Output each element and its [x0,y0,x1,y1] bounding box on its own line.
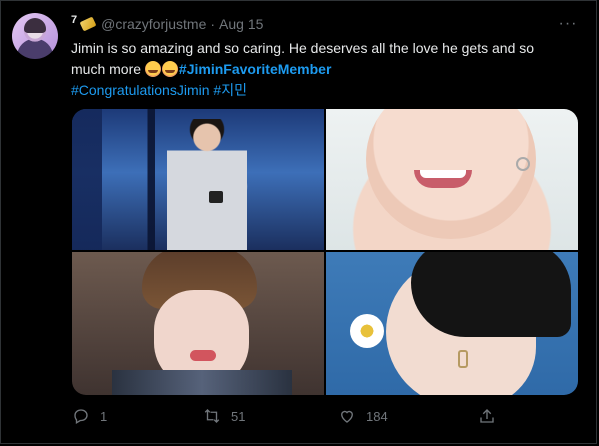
tweet-text-line1: Jimin is so amazing and so caring. He de… [71,40,535,56]
photo-person [167,119,247,250]
avatar[interactable] [12,13,58,59]
photo-earring [516,157,530,171]
tweet-text: Jimin is so amazing and so caring. He de… [71,38,571,101]
tweet-text-line3: #CongratulationsJimin #지민 [71,80,571,101]
smiling-hearts-emoji-icon [161,61,178,77]
like-icon [341,410,353,423]
like-button[interactable]: 184 [338,404,388,428]
photo-flower [350,314,384,348]
tweet-actions: 1 51 184 [72,404,578,428]
photo-shirt [112,370,292,395]
photo-hair [411,252,571,337]
smiling-hearts-emoji-icon [144,61,161,77]
media-grid [72,109,578,395]
photo-smile [414,170,472,188]
hashtag-congratulations-jimin[interactable]: #CongratulationsJimin [71,82,210,98]
user-handle[interactable]: @crazyforjustme [101,16,206,32]
media-photo-2[interactable] [326,109,578,250]
badge-emoji-icon [79,16,97,32]
photo-phone [209,191,223,203]
tweet-header: 7 @crazyforjustme · Aug 15 [71,14,263,33]
photo-lips [190,350,216,361]
retweet-icon [204,409,220,423]
tweet-text-suffix: much more [71,61,142,77]
reply-count: 1 [100,408,108,424]
media-photo-3[interactable] [72,252,324,395]
media-photo-1[interactable] [72,109,324,250]
photo-earring [458,350,468,368]
reply-button[interactable]: 1 [72,404,107,428]
like-count: 184 [366,408,388,424]
tweet-text-line2: much more #JiminFavoriteMember [71,59,571,80]
tweet-date[interactable]: Aug 15 [219,16,263,32]
share-icon [480,409,494,423]
retweet-count: 51 [231,408,246,424]
hashtag-jimin-favorite-member[interactable]: #JiminFavoriteMember [179,61,332,77]
retweet-button[interactable]: 51 [203,404,245,428]
reply-badge: 7 [71,14,78,26]
share-button[interactable] [478,404,496,428]
more-icon[interactable]: ··· [558,14,578,34]
separator: · [210,16,216,32]
media-photo-4[interactable] [326,252,578,395]
reply-icon [74,409,88,424]
hashtag-jimin-korean[interactable]: #지민 [213,82,247,98]
